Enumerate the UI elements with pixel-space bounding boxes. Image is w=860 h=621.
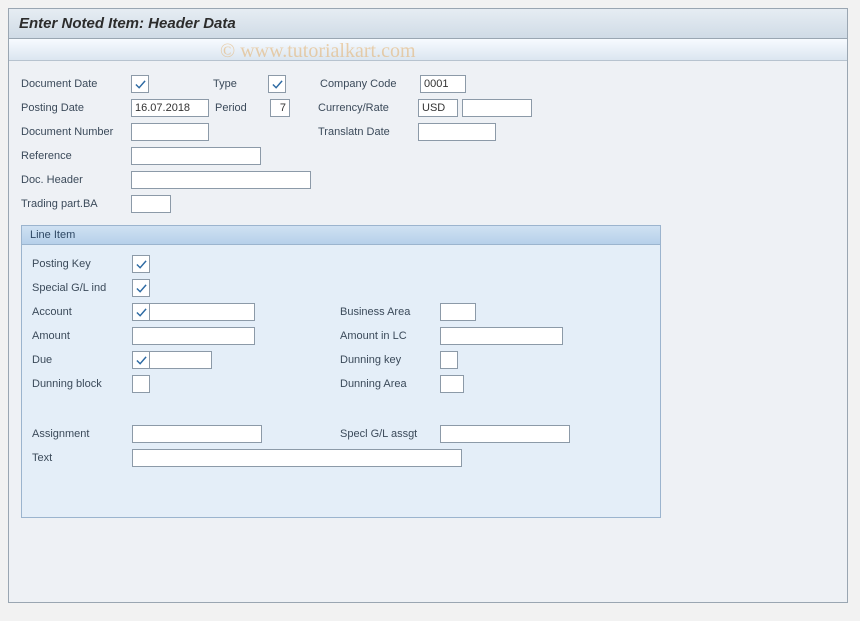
translatn-date-input[interactable] <box>418 123 496 141</box>
posting-key-label: Posting Key <box>32 258 132 270</box>
trading-part-ba-input[interactable] <box>131 195 171 213</box>
dunning-area-label: Dunning Area <box>340 378 440 390</box>
amount-input[interactable] <box>132 327 255 345</box>
posting-date-label: Posting Date <box>21 102 131 114</box>
rate-input[interactable] <box>462 99 532 117</box>
account-input[interactable] <box>150 303 255 321</box>
specl-gl-assgt-label: Specl G/L assgt <box>340 428 440 440</box>
assignment-input[interactable] <box>132 425 262 443</box>
company-code-input[interactable] <box>420 75 466 93</box>
line-item-body: Posting Key Special G/L ind Account <box>22 245 660 517</box>
account-required-icon <box>132 303 150 321</box>
due-label: Due <box>32 354 132 366</box>
header-row-5: Doc. Header <box>21 169 835 191</box>
amount-label: Amount <box>32 330 132 342</box>
currency-rate-label: Currency/Rate <box>318 102 418 114</box>
dunning-area-input[interactable] <box>440 375 464 393</box>
text-label: Text <box>32 452 132 464</box>
period-label: Period <box>215 102 270 114</box>
posting-date-input[interactable] <box>131 99 209 117</box>
text-input[interactable] <box>132 449 462 467</box>
content-area: Document Date Type Company Code Posting … <box>9 61 847 530</box>
posting-key-input[interactable] <box>132 255 150 273</box>
currency-input[interactable] <box>418 99 458 117</box>
special-gl-ind-label: Special G/L ind <box>32 282 132 294</box>
translatn-date-label: Translatn Date <box>318 126 418 138</box>
reference-input[interactable] <box>131 147 261 165</box>
dunning-key-label: Dunning key <box>340 354 440 366</box>
header-row-2: Posting Date Period Currency/Rate <box>21 97 835 119</box>
amount-in-lc-input[interactable] <box>440 327 563 345</box>
trading-part-ba-label: Trading part.BA <box>21 198 131 210</box>
company-code-label: Company Code <box>320 78 420 90</box>
specl-gl-assgt-input[interactable] <box>440 425 570 443</box>
due-required-icon <box>132 351 150 369</box>
sap-window: Enter Noted Item: Header Data © www.tuto… <box>8 8 848 603</box>
document-number-input[interactable] <box>131 123 209 141</box>
document-date-input[interactable] <box>131 75 149 93</box>
business-area-input[interactable] <box>440 303 476 321</box>
reference-label: Reference <box>21 150 131 162</box>
required-check-icon <box>135 79 146 90</box>
period-input[interactable] <box>270 99 290 117</box>
business-area-label: Business Area <box>340 306 440 318</box>
doc-header-input[interactable] <box>131 171 311 189</box>
type-label: Type <box>213 78 268 90</box>
page-title: Enter Noted Item: Header Data <box>9 9 847 39</box>
required-check-icon <box>272 79 283 90</box>
document-date-label: Document Date <box>21 78 131 90</box>
line-item-title: Line Item <box>22 226 660 245</box>
type-input[interactable] <box>268 75 286 93</box>
special-gl-ind-input[interactable] <box>132 279 150 297</box>
doc-header-label: Doc. Header <box>21 174 131 186</box>
amount-in-lc-label: Amount in LC <box>340 330 440 342</box>
required-check-icon <box>136 355 147 366</box>
account-label: Account <box>32 306 132 318</box>
header-row-3: Document Number Translatn Date <box>21 121 835 143</box>
due-input[interactable] <box>150 351 212 369</box>
required-check-icon <box>136 259 147 270</box>
line-item-group: Line Item Posting Key Special G/L ind Ac… <box>21 225 661 518</box>
header-row-1: Document Date Type Company Code <box>21 73 835 95</box>
assignment-label: Assignment <box>32 428 132 440</box>
document-number-label: Document Number <box>21 126 131 138</box>
application-toolbar <box>9 39 847 61</box>
dunning-key-input[interactable] <box>440 351 458 369</box>
header-row-6: Trading part.BA <box>21 193 835 215</box>
header-row-4: Reference <box>21 145 835 167</box>
dunning-block-input[interactable] <box>132 375 150 393</box>
dunning-block-label: Dunning block <box>32 378 132 390</box>
required-check-icon <box>136 283 147 294</box>
required-check-icon <box>136 307 147 318</box>
